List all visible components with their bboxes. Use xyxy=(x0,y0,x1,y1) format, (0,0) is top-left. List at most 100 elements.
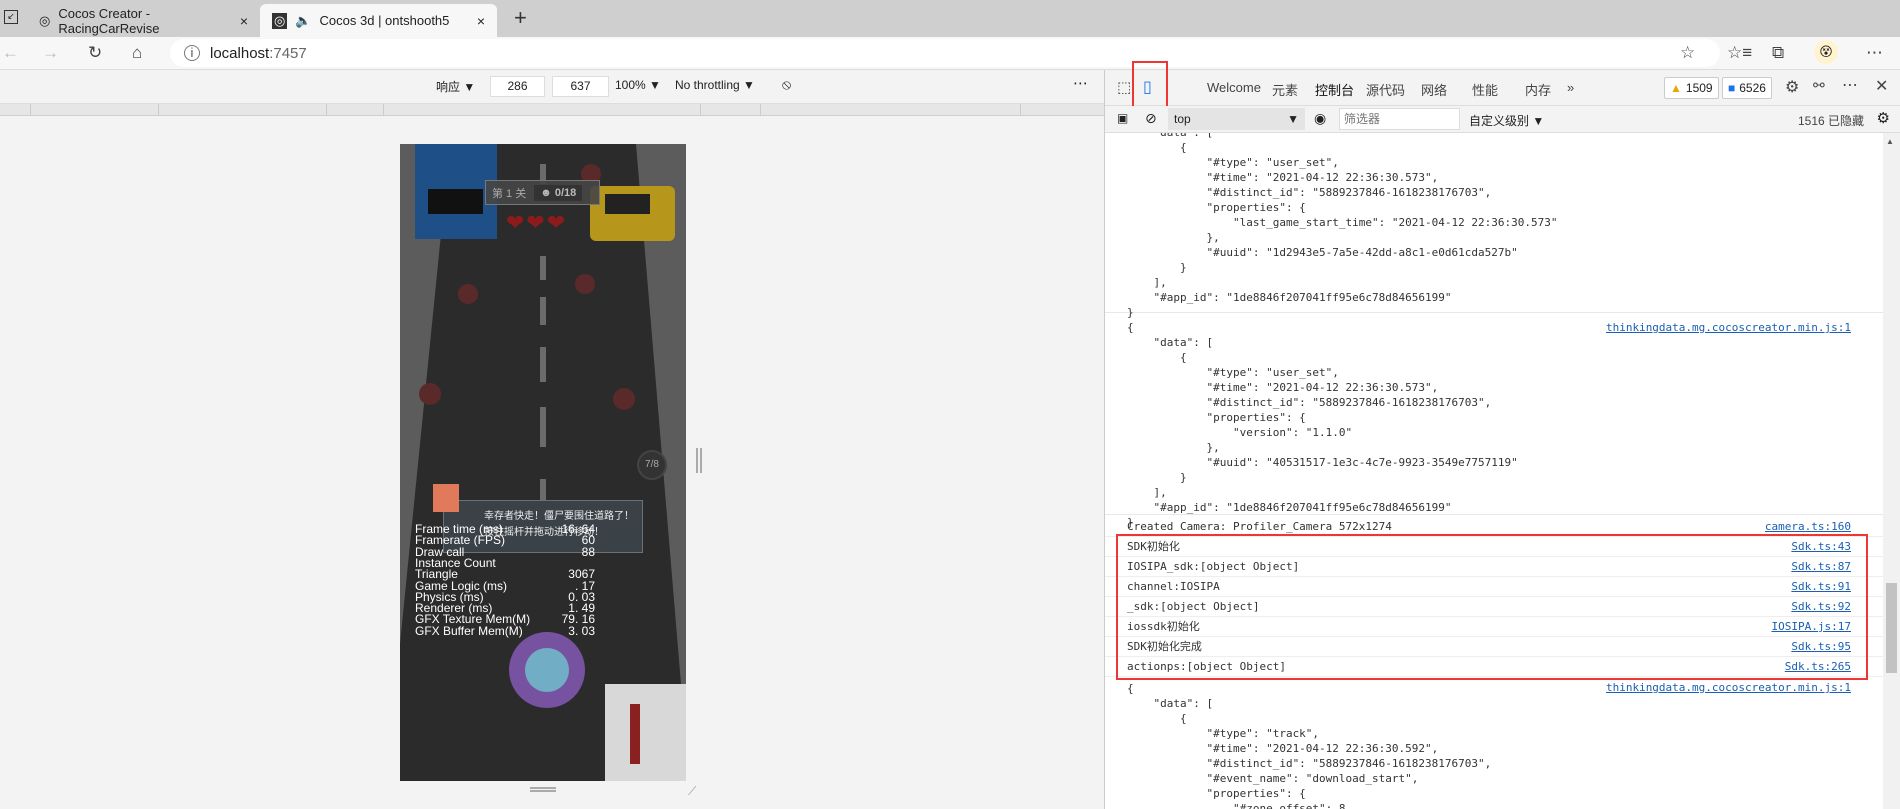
console-line: "properties": { xyxy=(1127,411,1306,424)
log-levels-select[interactable]: 自定义级别 ▼ xyxy=(1469,112,1544,129)
tab-elements[interactable]: 元素 xyxy=(1272,80,1298,99)
browser-tab-bar: ↙ ◎ Cocos Creator - RacingCarRevise × ◎ … xyxy=(0,0,1900,37)
audio-icon[interactable]: 🔈 xyxy=(295,13,311,29)
tab-welcome[interactable]: Welcome xyxy=(1207,80,1261,95)
building xyxy=(605,684,686,781)
viewport-width-input[interactable]: 286 xyxy=(490,76,545,97)
highlight-sdk-logs xyxy=(1116,534,1868,680)
home-icon[interactable]: ⌂ xyxy=(132,43,142,63)
media-query-ruler[interactable] xyxy=(0,104,1105,116)
source-link[interactable]: thinkingdata.mg.cocoscreator.min.js:1 xyxy=(1606,321,1851,334)
warning-icon: ▲ xyxy=(1670,81,1682,95)
cocos-icon: ◎ xyxy=(272,12,288,29)
clear-console-icon[interactable]: ⊘ xyxy=(1145,110,1157,127)
add-favorite-icon[interactable]: ☆ xyxy=(1680,43,1695,63)
hidden-count: 1516 已隐藏 xyxy=(1797,114,1864,128)
console-line: }, xyxy=(1127,231,1220,244)
console-line: { xyxy=(1127,712,1187,725)
filter-input[interactable] xyxy=(1339,108,1460,130)
device-mode-select[interactable]: 响应 ▼ xyxy=(436,78,475,95)
character-avatar xyxy=(433,484,459,512)
message-icon: ■ xyxy=(1728,81,1736,95)
console-line: "#distinct_id": "5889237846-161823817670… xyxy=(1127,186,1492,199)
console-line: "#app_id": "1de8846f207041ff95e6c78d8465… xyxy=(1127,291,1452,304)
tab-performance[interactable]: 性能 xyxy=(1472,80,1498,99)
console-line: } xyxy=(1127,261,1187,274)
tab-title: Cocos 3d | ontshooth5 xyxy=(319,13,450,28)
tab-sources[interactable]: 源代码 xyxy=(1366,80,1405,99)
game-canvas[interactable]: 第 1 关 ☻ 0/18 ❤❤❤ 7/8 幸存者快走！僵尸要围住道路了！按住摇杆… xyxy=(400,144,686,781)
level-hud: 第 1 关 ☻ 0/18 xyxy=(485,180,600,205)
context-select[interactable]: top ▼ xyxy=(1168,108,1305,130)
zombie-icon: ☻ xyxy=(540,186,555,199)
url-host: localhost xyxy=(210,44,270,62)
collections-icon[interactable]: ⧉ xyxy=(1772,43,1784,63)
context-value: top xyxy=(1174,112,1191,126)
tab-cocos-creator[interactable]: ◎ Cocos Creator - RacingCarRevise × xyxy=(27,4,260,37)
ammo-count: 7/8 xyxy=(645,459,659,470)
chevron-down-icon: ▼ xyxy=(1287,112,1299,126)
close-tab-icon[interactable]: × xyxy=(477,13,485,29)
console-line: "#zone_offset": 8, xyxy=(1127,802,1353,809)
info-icon[interactable]: i xyxy=(184,45,200,61)
messages-badge[interactable]: ■ 6526 xyxy=(1722,77,1772,99)
close-devtools-icon[interactable]: ✕ xyxy=(1875,76,1888,96)
profile-avatar[interactable]: 😵 xyxy=(1814,40,1838,64)
console-line: "last_game_start_time": "2021-04-12 22:3… xyxy=(1127,216,1558,229)
tab-network[interactable]: 网络 xyxy=(1421,80,1447,99)
device-toolbar: 响应 ▼ 286 x 637 100% ▼ No throttling ▼ ⦸ … xyxy=(0,70,1105,104)
rotate-icon[interactable]: ⦸ xyxy=(782,76,791,93)
highlight-device-toolbar xyxy=(1132,61,1168,112)
throttling-select[interactable]: No throttling ▼ xyxy=(675,78,755,92)
close-tab-icon[interactable]: × xyxy=(240,13,248,29)
console-toolbar: ▣ ⊘ top ▼ ◉ 自定义级别 ▼ 1516 已隐藏 ⚙ xyxy=(1105,106,1900,133)
console-line: "properties": { xyxy=(1127,787,1306,800)
back-icon[interactable]: ← xyxy=(2,43,19,63)
console-line: "properties": { xyxy=(1127,201,1306,214)
device-more-icon[interactable]: ⋯ xyxy=(1073,74,1088,92)
console-line: "#app_id": "1de8846f207041ff95e6c78d8465… xyxy=(1127,501,1452,514)
console-line: { xyxy=(1127,141,1187,154)
live-expression-eye-icon[interactable]: ◉ xyxy=(1314,110,1326,127)
viewport-resize-handle-right[interactable] xyxy=(696,448,702,473)
more-tabs-button[interactable]: » xyxy=(1567,80,1574,95)
console-line: }, xyxy=(1127,441,1220,454)
more-icon[interactable]: ⋯ xyxy=(1866,43,1883,63)
tab-cocos-3d[interactable]: ◎ 🔈 Cocos 3d | ontshooth5 × xyxy=(260,4,497,37)
console-line: "#type": "user_set", xyxy=(1127,366,1339,379)
tab-title: Cocos Creator - RacingCarRevise xyxy=(58,5,160,36)
console-scrollbar[interactable]: ▲ xyxy=(1883,133,1900,809)
resize-corner-icon[interactable]: ⟋ xyxy=(688,784,696,799)
tab-memory[interactable]: 内存 xyxy=(1525,80,1551,99)
console-line: ], xyxy=(1127,486,1167,499)
devtools-tab-bar: ⬚ ▯ Welcome 元素 控制台 源代码 网络 性能 内存 » ▲ 1509 … xyxy=(1105,70,1900,110)
console-output: "data": [ { "#type": "user_set", "#time"… xyxy=(1105,133,1883,809)
viewport-height-input[interactable]: 637 xyxy=(552,76,609,97)
reload-icon[interactable]: ↻ xyxy=(88,43,102,63)
settings-gear-icon[interactable]: ⚙ xyxy=(1785,77,1799,97)
scrollbar-thumb[interactable] xyxy=(1886,583,1897,673)
sidebar-toggle-icon[interactable]: ▣ xyxy=(1117,111,1128,125)
ammo-button[interactable]: 7/8 xyxy=(637,450,667,480)
console-line: "#distinct_id": "5889237846-161823817670… xyxy=(1127,396,1492,409)
favorites-icon[interactable]: ☆≡ xyxy=(1727,43,1752,63)
more-options-icon[interactable]: ⋯ xyxy=(1842,75,1858,95)
viewport-resize-handle-bottom[interactable] xyxy=(530,787,556,792)
source-link[interactable]: thinkingdata.mg.cocoscreator.min.js:1 xyxy=(1606,681,1851,694)
customize-icon[interactable]: ⚯ xyxy=(1813,77,1825,94)
console-settings-icon[interactable]: ⚙ xyxy=(1877,109,1890,127)
warnings-count: 1509 xyxy=(1685,81,1713,95)
url-field[interactable]: i localhost:7457 xyxy=(170,39,1720,67)
new-tab-button[interactable]: + xyxy=(514,5,527,31)
zoom-select[interactable]: 100% ▼ xyxy=(615,78,661,92)
console-line: "#uuid": "40531517-1e3c-4c7e-9923-3549e7… xyxy=(1127,456,1518,469)
console-message-json: thinkingdata.mg.cocoscreator.min.js:1 { … xyxy=(1105,681,1883,809)
kill-counter: 0/18 xyxy=(554,186,577,199)
profiler-value: 88 xyxy=(581,544,595,559)
warnings-badge[interactable]: ▲ 1509 xyxy=(1664,77,1719,99)
forward-icon[interactable]: → xyxy=(42,43,59,63)
inspect-element-icon[interactable]: ⬚ xyxy=(1117,78,1131,96)
console-line: "#time": "2021-04-12 22:36:30.592", xyxy=(1127,742,1439,755)
tab-actions-icon[interactable]: ↙ xyxy=(4,10,18,24)
lives-hearts: ❤❤❤ xyxy=(506,210,568,235)
